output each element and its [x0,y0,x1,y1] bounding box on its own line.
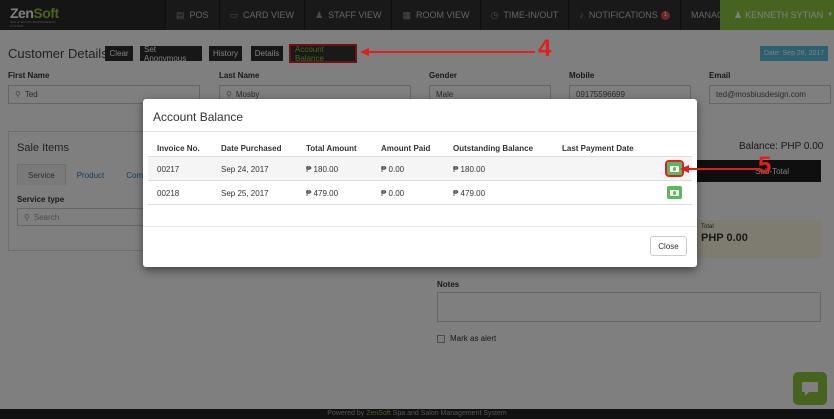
arrow-step-5 [680,165,760,173]
annotation-step-4: 4 [538,35,552,62]
arrow-step-4 [360,48,535,56]
annotation-arrows [360,48,760,173]
annotation-step-5: 5 [758,152,772,179]
